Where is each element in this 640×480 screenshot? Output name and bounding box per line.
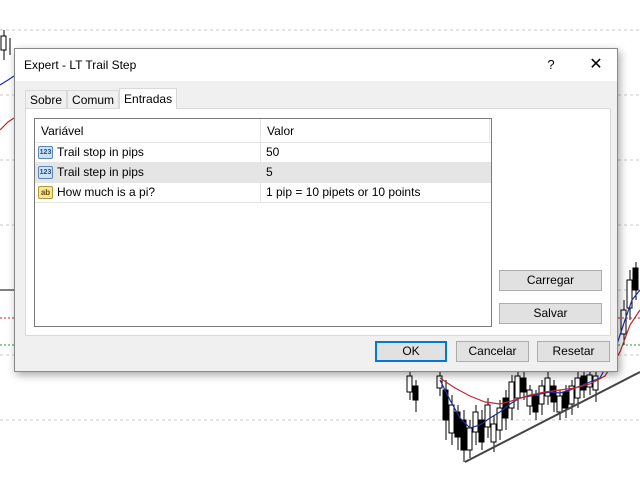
variable-value[interactable]: 50 (266, 143, 279, 162)
inputs-tab-panel: Variável Valor 123 Trail stop in pips 50… (25, 108, 611, 336)
column-header-value[interactable]: Valor (261, 119, 294, 143)
column-divider-end (489, 119, 490, 143)
ok-button[interactable]: OK (375, 341, 447, 362)
integer-type-icon: 123 (38, 166, 53, 179)
tab-comum[interactable]: Comum (67, 90, 120, 109)
tab-entradas[interactable]: Entradas (119, 88, 178, 109)
variable-value[interactable]: 5 (266, 163, 273, 182)
reset-button[interactable]: Resetar (537, 341, 610, 362)
variable-name: How much is a pi? (57, 185, 156, 199)
inputs-grid: Variável Valor 123 Trail stop in pips 50… (34, 118, 492, 327)
grid-header: Variável Valor (35, 119, 491, 143)
red-moving-average-left (0, 117, 15, 131)
expert-properties-dialog: Expert - LT Trail Step ? ✕ Sobre Comum E… (14, 48, 618, 372)
variable-value[interactable]: 1 pip = 10 pipets or 10 points (266, 183, 420, 202)
cell-divider (260, 163, 261, 183)
cell-divider (260, 183, 261, 203)
dialog-titlebar[interactable]: Expert - LT Trail Step ? ✕ (15, 49, 617, 81)
dialog-title: Expert - LT Trail Step (24, 58, 137, 72)
save-button[interactable]: Salvar (499, 303, 602, 324)
blue-moving-average-left (0, 75, 15, 86)
string-type-icon: ab (38, 186, 53, 199)
table-row[interactable]: ab How much is a pi? 1 pip = 10 pipets o… (35, 183, 491, 203)
load-button[interactable]: Carregar (499, 270, 602, 291)
cell-divider (260, 143, 261, 163)
table-row[interactable]: 123 Trail step in pips 5 (35, 163, 491, 183)
tab-sobre[interactable]: Sobre (25, 90, 68, 109)
variable-name: Trail stop in pips (57, 145, 144, 159)
table-row[interactable]: 123 Trail stop in pips 50 (35, 143, 491, 163)
variable-name: Trail step in pips (57, 165, 144, 179)
column-header-variable[interactable]: Variável (35, 119, 83, 143)
help-button[interactable]: ? (537, 49, 565, 81)
close-icon[interactable]: ✕ (580, 49, 612, 81)
cancel-button[interactable]: Cancelar (456, 341, 529, 362)
tab-strip: Sobre Comum Entradas (25, 88, 178, 109)
integer-type-icon: 123 (38, 146, 53, 159)
